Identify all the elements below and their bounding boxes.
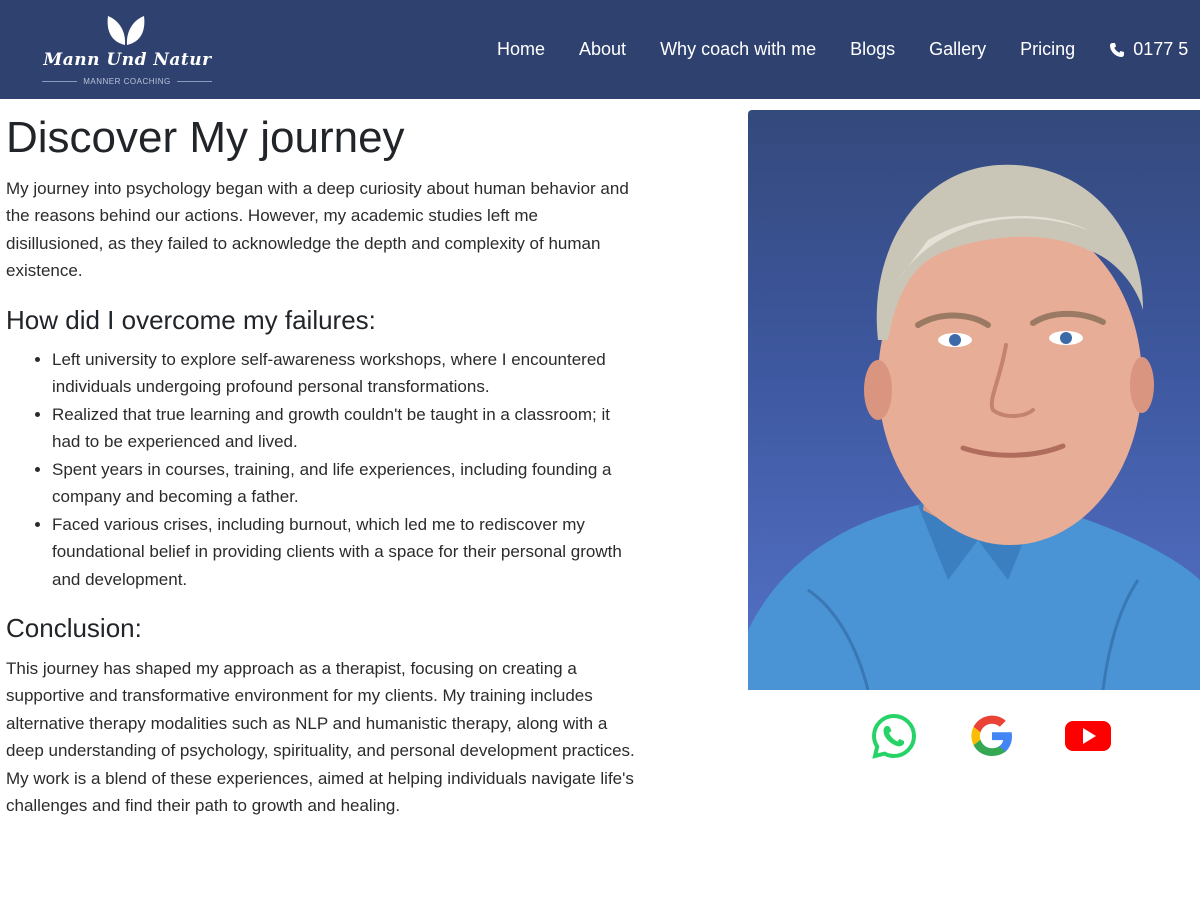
nav-pricing[interactable]: Pricing — [1020, 39, 1075, 60]
nav-home[interactable]: Home — [497, 39, 545, 60]
google-icon[interactable] — [968, 712, 1016, 760]
portrait-photo — [748, 110, 1200, 690]
failures-list: Left university to explore self-awarenes… — [6, 346, 636, 594]
list-item: Spent years in courses, training, and li… — [52, 456, 636, 511]
phone-number: 0177 5 — [1133, 39, 1189, 59]
phone-link[interactable]: 0177 5 — [1109, 39, 1188, 60]
social-links — [0, 712, 1200, 764]
site-header: Mann Und Natur MANNER COACHING Home Abou… — [0, 0, 1200, 99]
brand-tagline: MANNER COACHING — [83, 76, 171, 86]
intro-paragraph: My journey into psychology began with a … — [6, 178, 629, 281]
phone-icon — [1110, 42, 1125, 57]
site-logo[interactable]: Mann Und Natur MANNER COACHING — [40, 12, 215, 88]
brand-name: Mann Und Natur — [43, 50, 212, 70]
divider — [176, 80, 213, 82]
list-item: Faced various crises, including burnout,… — [52, 511, 636, 594]
divider — [42, 80, 78, 82]
youtube-icon[interactable] — [1064, 712, 1112, 760]
nav-gallery[interactable]: Gallery — [929, 39, 986, 60]
nav-about[interactable]: About — [579, 39, 626, 60]
list-item: Left university to explore self-awarenes… — [52, 346, 636, 401]
nav-blogs[interactable]: Blogs — [850, 39, 895, 60]
brand-tagline-row: MANNER COACHING — [42, 75, 213, 87]
leaf-logo-icon — [107, 16, 145, 45]
conclusion-heading: Conclusion: — [6, 613, 142, 644]
nav-why-coach[interactable]: Why coach with me — [660, 39, 816, 60]
failures-heading: How did I overcome my failures: — [6, 304, 376, 335]
portrait-illustration — [748, 164, 1200, 690]
whatsapp-icon[interactable] — [870, 712, 918, 760]
list-item: Realized that true learning and growth c… — [52, 401, 636, 456]
main-nav: Home About Why coach with me Blogs Galle… — [480, 0, 1188, 99]
page-title: Discover My journey — [6, 113, 405, 162]
